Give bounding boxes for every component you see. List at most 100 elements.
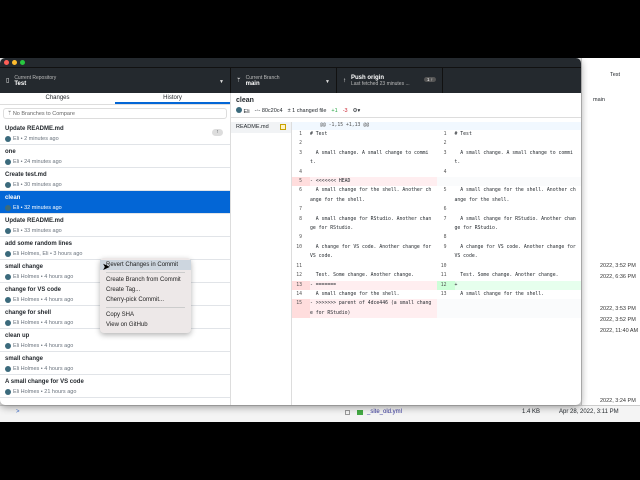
toolbar: ▯ Current Repository Test ▼ ᛘ Current Bra…	[0, 67, 581, 93]
console-prompt[interactable]: >	[16, 409, 20, 415]
chevron-down-icon: ▼	[219, 79, 224, 85]
commit-item[interactable]: add some random lines Eli Holmes, Eli • 3…	[0, 237, 230, 260]
line-number: 6	[299, 188, 302, 194]
commit-detail: clean Eli -◦- 80c20c4 ± 1 changed file +…	[231, 93, 581, 405]
sha[interactable]: -◦- 80c20c4	[255, 108, 283, 114]
avatar	[5, 366, 11, 372]
line-text: A change for VS code. Another change for…	[310, 244, 435, 260]
menu-separator	[106, 272, 185, 273]
repository-selector[interactable]: ▯ Current Repository Test ▼	[0, 68, 231, 93]
line-number: 1	[443, 132, 447, 137]
branch-selector[interactable]: ᛘ Current Branch main ▼	[231, 68, 337, 93]
line-text	[455, 177, 582, 186]
diff-row: 11 10	[292, 262, 581, 271]
tab-changes[interactable]: Changes	[0, 93, 115, 104]
diff-cell-new: 10	[437, 262, 582, 271]
branch-name: main	[245, 80, 260, 87]
line-number: 11	[440, 273, 447, 279]
file-size: 1.4 KB	[522, 409, 541, 415]
branch-select[interactable]: main	[593, 97, 605, 103]
line-text: Test. Some change. Another change.	[310, 273, 414, 279]
menu-item-revert[interactable]: Revert Changes in Commit	[100, 260, 191, 270]
commit-item[interactable]: A small change for VS code Eli Holmes • 2…	[0, 375, 230, 398]
line-text: A small change. A small change to commit…	[310, 150, 429, 166]
commit-item[interactable]: Create test.md Eli • 30 minutes ago	[0, 168, 230, 191]
commit-author-time: Eli Holmes • 4 hours ago	[13, 274, 74, 280]
line-text: A small change for the shell. Another ch…	[454, 188, 576, 203]
gear-icon[interactable]: ⚙▾	[353, 108, 361, 114]
lines-removed: -3	[342, 107, 348, 114]
diff-cell-old: 15- >>>>>>> parent of 4dce446 (a small c…	[292, 299, 437, 319]
line-number: 14	[296, 291, 302, 297]
project-label[interactable]: Test	[610, 72, 620, 78]
chevron-down-icon: ▼	[325, 79, 330, 85]
diff-cell-new	[436, 177, 582, 187]
commit-author-time: Eli Holmes • 21 hours ago	[13, 389, 77, 395]
file-checkbox[interactable]	[345, 410, 350, 415]
commit-author-time: Eli • 2 minutes ago	[13, 136, 59, 142]
diff-cell-old: 9	[292, 233, 437, 242]
menu-item-view-github[interactable]: View on GitHub	[100, 320, 191, 330]
modified-icon	[280, 124, 286, 130]
file-name: README.md	[236, 124, 269, 130]
file-date: 2022, 11:40 AM	[600, 328, 639, 334]
tab-history[interactable]: History	[115, 93, 230, 104]
file-date: Apr 28, 2022, 3:11 PM	[559, 409, 619, 415]
file-list: README.md	[231, 122, 292, 405]
commit-author-time: Eli Holmes • 4 hours ago	[13, 366, 74, 372]
avatar	[5, 159, 11, 165]
repo-label: Current Repository	[14, 74, 57, 81]
close-button[interactable]	[4, 60, 9, 65]
minimize-button[interactable]	[12, 60, 17, 65]
line-number: 15	[292, 299, 310, 319]
diff-cell-old: 6 A small change for the shell. Another …	[292, 186, 437, 205]
diff-row: 3 A small change. A small change to comm…	[292, 149, 581, 168]
author-name: Eli	[243, 108, 250, 115]
line-text: A small change for the shell.	[310, 291, 400, 297]
lines-added: +1	[331, 107, 338, 114]
file-link[interactable]: _site_old.yml	[367, 409, 402, 415]
file-date: 2022, 3:52 PM	[600, 263, 636, 269]
diff-cell-old: 5- <<<<<<< HEAD	[292, 177, 437, 187]
line-number: 6	[443, 207, 447, 213]
menu-item-create-tag[interactable]: Create Tag...	[100, 285, 191, 295]
diff-cell-new: 1 # Test	[437, 130, 582, 139]
push-origin-button[interactable]: ↑ Push origin Last fetched 23 minutes ...…	[337, 68, 443, 93]
avatar	[5, 182, 11, 188]
line-number: 12	[296, 273, 302, 279]
line-text: A small change. A small change to commit…	[454, 150, 573, 166]
diff-row: 14 A small change for the shell. 13 A sma…	[292, 290, 581, 299]
rstudio-files-row: > _site_old.yml 1.4 KB Apr 28, 2022, 3:1…	[0, 405, 640, 422]
menu-item-copy-sha[interactable]: Copy SHA	[100, 310, 191, 320]
commit-author-time: Eli • 33 minutes ago	[13, 228, 62, 234]
line-text	[310, 262, 437, 271]
diff-cell-old: 1 # Test	[292, 130, 437, 139]
diff-cell-new: 4	[437, 168, 582, 177]
commit-meta: Eli Holmes • 4 hours ago	[5, 343, 225, 349]
diff-cell-new: 11 Test. Some change. Another change.	[437, 271, 582, 280]
compare-branch-input[interactable]: ᛘ No Branches to Compare	[3, 108, 227, 119]
commit-author-time: Eli Holmes • 4 hours ago	[13, 343, 74, 349]
line-text	[310, 205, 437, 214]
commit-item[interactable]: Update README.md Eli • 33 minutes ago	[0, 214, 230, 237]
diff-cell-new: 3 A small change. A small change to comm…	[437, 149, 582, 168]
push-subtitle: Last fetched 23 minutes ...	[351, 80, 410, 87]
commit-item[interactable]: small change Eli Holmes • 4 hours ago	[0, 352, 230, 375]
diff-cell-old: 3 A small change. A small change to comm…	[292, 149, 437, 168]
zoom-button[interactable]	[20, 60, 25, 65]
menu-item-cherry-pick[interactable]: Cherry-pick Commit...	[100, 295, 191, 305]
line-text: # Test	[310, 132, 328, 137]
changed-files-count: 1 changed file	[292, 107, 327, 114]
avatar	[5, 343, 11, 349]
commit-author-time: Eli Holmes, Eli • 3 hours ago	[13, 251, 83, 257]
author: Eli	[236, 106, 250, 115]
diff-cell-new: 8	[437, 233, 582, 242]
commit-item[interactable]: clean Eli • 32 minutes ago	[0, 191, 230, 214]
line-number: 10	[296, 244, 302, 250]
line-number: 4	[299, 169, 302, 175]
file-item[interactable]: README.md	[231, 122, 291, 133]
line-text	[455, 168, 582, 177]
commit-item[interactable]: one Eli • 24 minutes ago	[0, 145, 230, 168]
commit-item[interactable]: Update README.md Eli • 2 minutes ago ↑	[0, 122, 230, 145]
menu-item-create-branch[interactable]: Create Branch from Commit	[100, 275, 191, 285]
